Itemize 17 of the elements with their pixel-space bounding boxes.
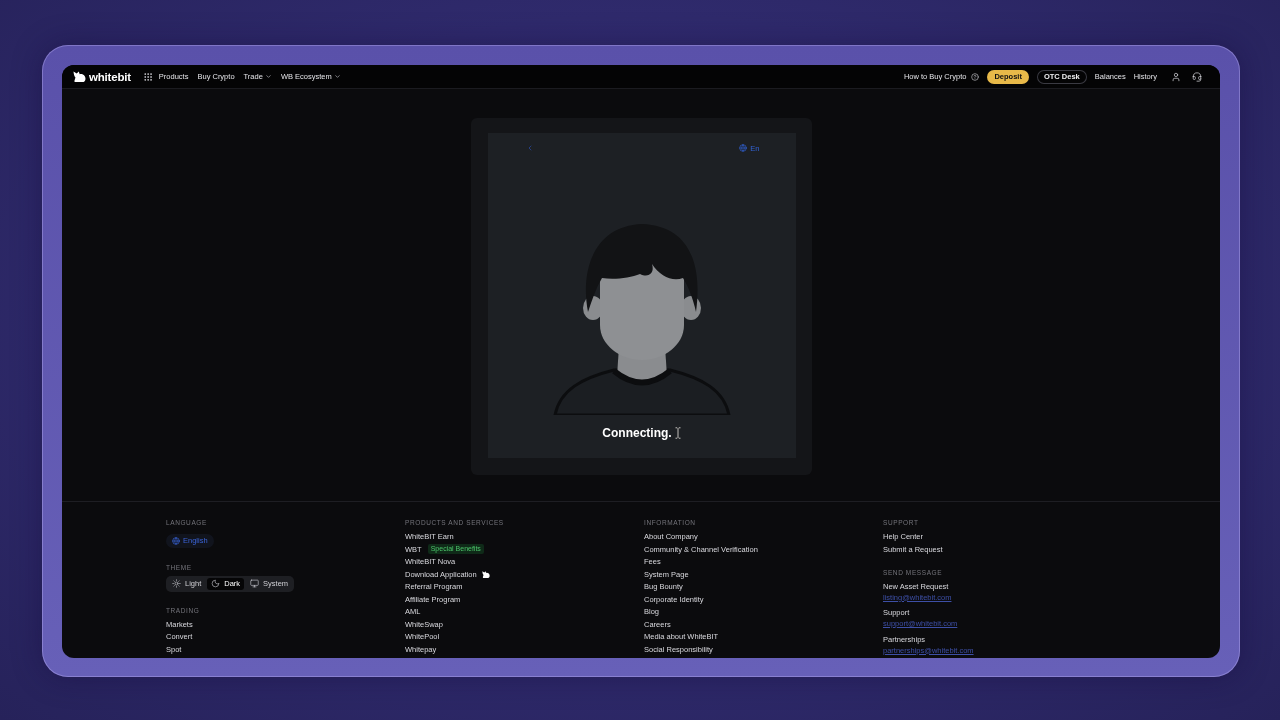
headset-icon[interactable]: [1192, 71, 1202, 82]
monitor-icon: [250, 579, 260, 588]
globe-icon: [739, 144, 748, 152]
text-cursor-icon: [674, 427, 681, 439]
logo-icon: [481, 570, 490, 578]
user-icon[interactable]: [1171, 71, 1181, 82]
chevron-down-icon: [264, 73, 272, 80]
chevron-down-icon: [333, 73, 341, 80]
logo-icon: [73, 70, 86, 83]
status-text: Connecting.: [602, 426, 672, 440]
globe-icon: [172, 536, 180, 545]
help-icon[interactable]: [971, 72, 980, 81]
moon-icon: [211, 579, 221, 588]
grid-menu-icon[interactable]: [142, 71, 153, 82]
logo[interactable]: whitebit: [73, 70, 131, 83]
logo-text: whitebit: [89, 70, 131, 83]
sun-icon: [172, 579, 181, 588]
